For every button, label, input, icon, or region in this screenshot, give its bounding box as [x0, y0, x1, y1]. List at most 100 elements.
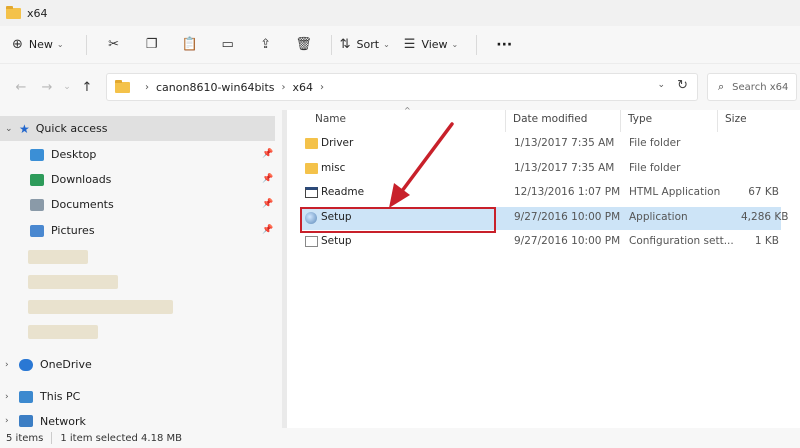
file-size: 67 KB: [748, 186, 779, 198]
breadcrumb-item[interactable]: x64: [293, 81, 314, 94]
pin-icon: 📌: [262, 225, 274, 235]
search-box[interactable]: ⌕ Search x64: [707, 73, 797, 101]
folder-icon: [6, 5, 21, 19]
blurred-sidebar-item[interactable]: [28, 250, 88, 264]
breadcrumb-chevron-icon: ›: [281, 81, 286, 93]
file-type: Application: [629, 211, 688, 223]
selection-info: 1 item selected 4.18 MB: [60, 432, 182, 444]
address-bar[interactable]: › canon8610-win64bits › x64 › ⌄ ↻: [106, 73, 698, 101]
file-date: 12/13/2016 1:07 PM: [514, 186, 621, 198]
forward-arrow-icon[interactable]: →: [34, 80, 60, 95]
new-button[interactable]: ⊕ New ⌄: [12, 31, 64, 59]
share-button[interactable]: ⇪: [247, 31, 285, 59]
file-date: 1/13/2017 7:35 AM: [514, 162, 615, 174]
sidebar-item-downloads[interactable]: Downloads 📌: [0, 167, 275, 192]
sidebar-item-label: Network: [40, 414, 86, 428]
paste-button[interactable]: 📋: [171, 31, 209, 59]
file-date: 9/27/2016 10:00 PM: [514, 235, 621, 247]
folder-icon: [115, 79, 130, 93]
trash-icon: 🗑: [295, 37, 312, 52]
file-name: Setup: [321, 235, 352, 247]
chevron-down-icon[interactable]: ⌄: [5, 124, 19, 134]
copy-icon: ❐: [145, 37, 158, 52]
search-placeholder: Search x64: [732, 81, 789, 93]
copy-button[interactable]: ❐: [133, 31, 171, 59]
command-bar: ⊕ New ⌄ ✂ ❐ 📋 ▭ ⇪ 🗑 ⇅ Sort ⌄ ☰ View ⌄ ··…: [0, 26, 800, 64]
sidebar-item-onedrive[interactable]: › OneDrive: [0, 352, 275, 377]
plus-circle-icon: ⊕: [12, 37, 23, 52]
address-dropdown-icon[interactable]: ⌄: [657, 80, 665, 90]
recent-locations-icon[interactable]: ⌄: [60, 82, 74, 92]
highlight-box: [300, 207, 496, 233]
table-row[interactable]: Setup 9/27/2016 10:00 PM Configuration s…: [301, 231, 781, 254]
sort-caret-icon: ^: [404, 106, 411, 115]
sort-icon: ⇅: [339, 37, 351, 52]
toolbar-divider: [85, 34, 87, 55]
html-app-icon: [305, 187, 318, 198]
refresh-icon[interactable]: ↻: [677, 78, 688, 93]
table-row[interactable]: misc 1/13/2017 7:35 AM File folder: [301, 158, 781, 181]
column-header-type[interactable]: Type: [628, 113, 652, 125]
rename-button[interactable]: ▭: [209, 31, 247, 59]
toolbar-divider: [476, 34, 478, 55]
column-header-date[interactable]: Date modified: [513, 113, 587, 125]
config-file-icon: [305, 236, 318, 247]
chevron-down-icon: ⌄: [56, 40, 64, 49]
back-arrow-icon[interactable]: ←: [8, 80, 34, 95]
delete-button[interactable]: 🗑: [285, 31, 323, 59]
sidebar-item-documents[interactable]: Documents 📌: [0, 192, 275, 217]
blurred-sidebar-item[interactable]: [28, 275, 118, 289]
pin-icon: 📌: [262, 174, 274, 184]
breadcrumb-item[interactable]: canon8610-win64bits: [156, 81, 275, 94]
sidebar-item-label: Pictures: [51, 224, 95, 237]
clipboard-icon: 📋: [181, 37, 198, 52]
cut-button[interactable]: ✂: [95, 31, 133, 59]
chevron-right-icon[interactable]: ›: [5, 416, 19, 426]
chevron-right-icon[interactable]: ›: [5, 392, 19, 402]
column-divider[interactable]: [505, 110, 506, 132]
more-options-button[interactable]: ···: [485, 31, 523, 59]
sidebar-item-pictures[interactable]: Pictures 📌: [0, 218, 275, 243]
window-title: x64: [27, 6, 48, 20]
file-size: 1 KB: [754, 235, 779, 247]
sidebar-item-quick-access[interactable]: ⌄ ★ Quick access: [0, 116, 275, 141]
column-header-size[interactable]: Size: [725, 113, 747, 125]
new-label: New: [28, 38, 53, 51]
pictures-icon: [30, 224, 44, 237]
column-header-name[interactable]: Name: [315, 113, 346, 125]
pin-icon: 📌: [262, 199, 274, 209]
view-label: View: [421, 38, 448, 51]
computer-icon: [19, 390, 33, 403]
file-name: misc: [321, 162, 346, 174]
file-list: ^ Name Date modified Type Size Driver 1/…: [287, 106, 800, 428]
breadcrumb-chevron-icon: ›: [145, 81, 149, 93]
file-type: File folder: [629, 162, 681, 174]
desktop-icon: [30, 148, 44, 161]
file-name: Driver: [321, 137, 354, 149]
network-icon: [19, 415, 33, 427]
up-arrow-icon[interactable]: ↑: [74, 80, 100, 95]
file-name: Readme: [321, 186, 365, 198]
file-date: 1/13/2017 7:35 AM: [514, 137, 615, 149]
chevron-right-icon[interactable]: ›: [5, 360, 19, 370]
table-row[interactable]: Driver 1/13/2017 7:35 AM File folder: [301, 133, 781, 156]
column-divider[interactable]: [620, 110, 621, 132]
table-row[interactable]: Readme 12/13/2016 1:07 PM HTML Applicati…: [301, 182, 781, 205]
more-icon: ···: [496, 36, 513, 53]
file-size: 4,286 KB: [741, 211, 789, 223]
blurred-sidebar-item[interactable]: [28, 325, 98, 339]
blurred-sidebar-item[interactable]: [28, 300, 173, 314]
sidebar-item-desktop[interactable]: Desktop 📌: [0, 142, 275, 167]
navigation-bar: ← → ⌄ ↑ › canon8610-win64bits › x64 › ⌄ …: [0, 64, 800, 110]
title-bar: x64: [0, 0, 800, 26]
pin-icon: 📌: [262, 149, 274, 159]
downloads-icon: [30, 173, 44, 186]
star-icon: ★: [19, 121, 30, 136]
column-divider[interactable]: [717, 110, 718, 132]
sidebar-item-this-pc[interactable]: › This PC: [0, 384, 275, 409]
view-button[interactable]: ☰ View ⌄: [404, 31, 458, 59]
status-divider: [51, 432, 53, 444]
sort-button[interactable]: ⇅ Sort ⌄: [340, 31, 390, 59]
sidebar-item-network[interactable]: › Network: [0, 414, 275, 428]
documents-icon: [30, 198, 44, 211]
